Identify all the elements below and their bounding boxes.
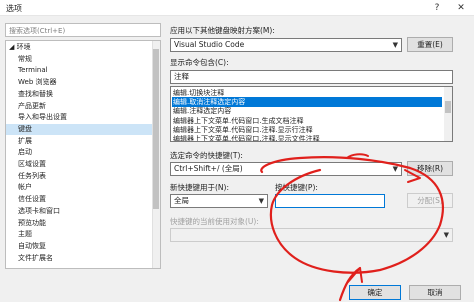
tree-item[interactable]: 自动恢复 [6, 241, 153, 252]
tree-item[interactable]: 区域设置 [6, 159, 153, 170]
chevron-down-icon: ▼ [392, 165, 398, 173]
mapping-scheme-value: Visual Studio Code [174, 40, 245, 49]
close-icon[interactable]: ✕ [450, 0, 472, 16]
tree-item[interactable]: Terminal [6, 65, 153, 76]
command-filter-input[interactable]: 注释 [170, 70, 453, 84]
command-list-item[interactable]: 编辑器上下文菜单.代码窗口.注释.显示文件注释 [173, 134, 443, 141]
tree-item[interactable]: 启动 [6, 147, 153, 158]
tree-item[interactable]: 文件扩展名 [6, 253, 153, 264]
tree-item[interactable]: ◢ 环境 [6, 42, 153, 53]
tree-item[interactable]: Web 浏览器 [6, 77, 153, 88]
command-list[interactable]: 编辑.切换块注释 编辑.取消注释选定内容 编辑.注释选定内容 编辑器上下文菜单.代码窗… [170, 86, 453, 142]
tree-item[interactable]: 常规 [6, 54, 153, 65]
annotation-stroke [346, 153, 369, 159]
assign-button[interactable]: 分配(S) [407, 193, 453, 208]
shortcut-label: 选定命令的快捷键(T): [170, 151, 243, 160]
chevron-down-icon: ▼ [258, 197, 264, 205]
tree-item[interactable]: 查找和替换 [6, 89, 153, 100]
cancel-button[interactable]: 取消 [409, 285, 461, 300]
options-tree[interactable]: ◢ 环境 常规 Terminal Web 浏览器 查找和替换 产品更新 导入和导出设置 键盘扩… [5, 40, 161, 269]
mapping-scheme-label: 应用以下其他键盘映射方案(M): [170, 26, 275, 35]
use-in-select[interactable]: 全局 ▼ [170, 194, 268, 208]
help-icon[interactable]: ? [426, 0, 448, 16]
remove-button[interactable]: 移除(R) [407, 161, 453, 176]
press-shortcut-label: 按快捷键(P): [275, 183, 318, 192]
tree-scrollbar-thumb[interactable] [153, 49, 159, 209]
title-bar: 选项 ? ✕ [0, 0, 474, 16]
current-shortcut-select[interactable]: Ctrl+Shift+/ (全局) ▼ [170, 162, 402, 176]
command-list-scrollbar-thumb[interactable] [445, 101, 451, 113]
ok-button[interactable]: 确定 [349, 285, 401, 300]
currently-used-select[interactable]: ▼ [170, 228, 453, 242]
contains-label: 显示命令包含(C): [170, 58, 229, 67]
current-shortcut-value: Ctrl+Shift+/ (全局) [174, 164, 243, 173]
reset-button[interactable]: 重置(E) [407, 37, 453, 52]
tree-item[interactable]: 帐户 [6, 182, 153, 193]
tree-item[interactable]: 主题 [6, 229, 153, 240]
window-title: 选项 [6, 4, 22, 13]
tree-scrollbar[interactable] [152, 41, 160, 268]
tree-item[interactable]: 预览功能 [6, 218, 153, 229]
annotation-arrow-tip [347, 267, 363, 283]
press-shortcut-input[interactable] [275, 194, 385, 208]
tree-item[interactable]: 信任设置 [6, 194, 153, 205]
tree-item[interactable]: 扩展 [6, 136, 153, 147]
search-input[interactable]: 搜索选项(Ctrl+E) [5, 23, 161, 37]
tree-item[interactable]: 选项卡和窗口 [6, 206, 153, 217]
command-list-scrollbar[interactable] [444, 87, 452, 141]
use-in-label: 新快捷键用于(N): [170, 183, 229, 192]
mapping-scheme-select[interactable]: Visual Studio Code ▼ [170, 38, 402, 52]
tree-item[interactable]: 产品更新 [6, 101, 153, 112]
tree-item[interactable]: 导入和导出设置 [6, 112, 153, 123]
use-in-value: 全局 [174, 196, 189, 205]
currently-used-label: 快捷键的当前使用对象(U): [170, 217, 259, 226]
chevron-down-icon: ▼ [392, 41, 398, 49]
tree-item[interactable]: 任务列表 [6, 171, 153, 182]
search-placeholder: 搜索选项(Ctrl+E) [9, 27, 66, 35]
tree-item[interactable]: 键盘 [6, 123, 153, 135]
chevron-down-icon: ▼ [443, 231, 449, 239]
